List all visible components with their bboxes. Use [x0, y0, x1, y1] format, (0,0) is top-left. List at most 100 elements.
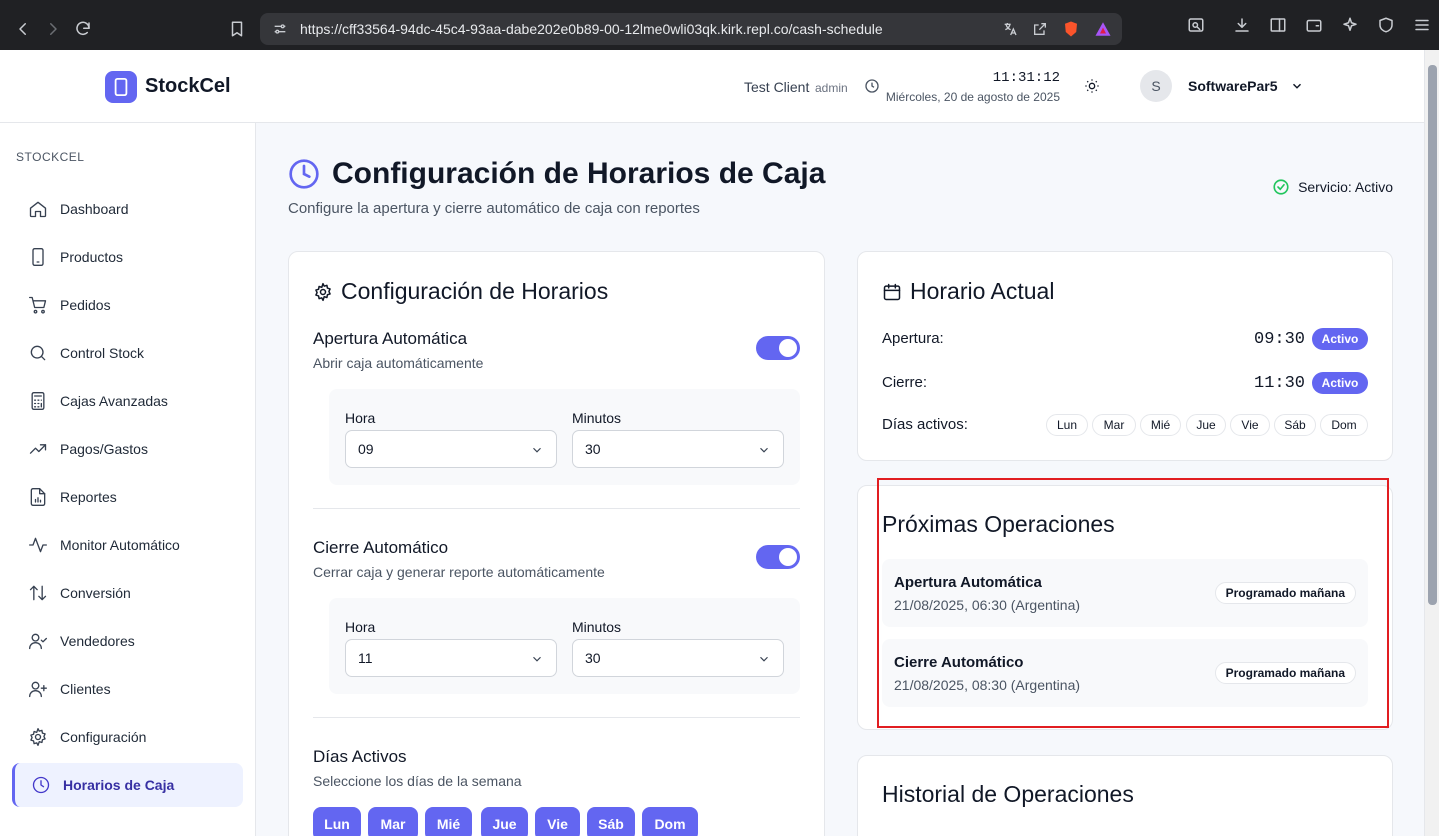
main-content: Configuración de Horarios de Caja Config… — [256, 123, 1424, 836]
opening-time-box: Hora Minutos 09 30 — [329, 389, 800, 485]
opening-minute-select[interactable]: 30 — [572, 430, 784, 468]
sidebar-item-productos[interactable]: Productos — [12, 235, 243, 279]
op-status-badge: Programado mañana — [1214, 582, 1356, 604]
day-pill-sab: Sáb — [1274, 414, 1316, 436]
day-button-mie[interactable]: Mié — [425, 807, 472, 836]
closing-hour-value: 11 — [358, 650, 373, 666]
opening-toggle[interactable] — [756, 336, 800, 360]
ai-sparkle-icon[interactable] — [1339, 14, 1361, 36]
service-status: Servicio: Activo — [1272, 178, 1393, 196]
sidebar-toggle-icon[interactable] — [1267, 14, 1289, 36]
closing-toggle[interactable] — [756, 545, 800, 569]
op-datetime: 21/08/2025, 08:30 (Argentina) — [894, 677, 1081, 693]
forward-icon[interactable] — [38, 14, 68, 44]
day-pill-jue: Jue — [1186, 414, 1226, 436]
history-card: Historial de Operaciones — [857, 755, 1393, 836]
day-button-dom[interactable]: Dom — [642, 807, 698, 836]
opening-minute-label: Minutos — [572, 410, 622, 426]
current-closing-label: Cierre: — [882, 374, 928, 391]
upcoming-title: Próximas Operaciones — [882, 511, 1115, 537]
url-text[interactable]: https://cff33564-94dc-45c4-93aa-dabe202e… — [300, 21, 883, 37]
opening-hour-value: 09 — [358, 441, 374, 457]
sidebar-item-label: Control Stock — [60, 345, 145, 361]
sidebar-item-label: Pagos/Gastos — [60, 441, 148, 457]
sidebar-item-monitor-automatico[interactable]: Monitor Automático — [12, 523, 243, 567]
sidebar-item-control-stock[interactable]: Control Stock — [12, 331, 243, 375]
username[interactable]: SoftwarePar5 — [1188, 78, 1277, 94]
scrollbar[interactable] — [1424, 50, 1439, 836]
download-icon[interactable] — [1231, 14, 1253, 36]
rewards-icon[interactable] — [1094, 20, 1112, 38]
site-settings-icon[interactable] — [272, 21, 288, 37]
sun-icon[interactable] — [1084, 78, 1100, 94]
sidebar-item-dashboard[interactable]: Dashboard — [12, 187, 243, 231]
opening-hour-select[interactable]: 09 — [345, 430, 557, 468]
clock-icon — [289, 159, 319, 189]
closing-title: Cierre Automático — [313, 538, 449, 557]
back-icon[interactable] — [8, 14, 38, 44]
current-opening-time: 09:30 — [1254, 330, 1306, 349]
current-schedule-card: Horario Actual Apertura: 09:30 Activo Ci… — [857, 251, 1393, 461]
browser-toolbar: https://cff33564-94dc-45c4-93aa-dabe202e… — [0, 0, 1439, 50]
history-title: Historial de Operaciones — [882, 781, 1134, 807]
sidebar-item-reportes[interactable]: Reportes — [12, 475, 243, 519]
clock-icon — [32, 776, 50, 794]
closing-hour-label: Hora — [345, 619, 376, 635]
scrollbar-thumb[interactable] — [1428, 65, 1437, 605]
sidebar-item-label: Dashboard — [60, 201, 129, 217]
app-header: StockCel Test Client admin 11:31:12 Miér… — [0, 50, 1424, 123]
sidebar-item-clientes[interactable]: Clientes — [12, 667, 243, 711]
share-icon[interactable] — [1032, 21, 1048, 37]
arrows-icon — [29, 585, 47, 601]
chevron-down-icon[interactable] — [1290, 79, 1304, 93]
sidebar-item-cajas-avanzadas[interactable]: Cajas Avanzadas — [12, 379, 243, 423]
day-button-jue[interactable]: Jue — [481, 807, 528, 836]
sidebar-title: STOCKCEL — [16, 150, 85, 164]
day-button-vie[interactable]: Vie — [535, 807, 580, 836]
divider — [313, 717, 800, 718]
sidebar-item-label: Configuración — [60, 729, 147, 745]
closing-hour-select[interactable]: 11 — [345, 639, 557, 677]
address-bar[interactable]: https://cff33564-94dc-45c4-93aa-dabe202e… — [260, 13, 1122, 45]
cart-icon — [29, 296, 47, 314]
sidebar-item-pedidos[interactable]: Pedidos — [12, 283, 243, 327]
vpn-shield-icon[interactable] — [1375, 14, 1397, 36]
sidebar-item-pagos-gastos[interactable]: Pagos/Gastos — [12, 427, 243, 471]
current-card-header: Horario Actual — [882, 278, 1054, 305]
schedule-config-card: Configuración de Horarios Apertura Autom… — [288, 251, 825, 836]
active-days-subtitle: Seleccione los días de la semana — [313, 773, 522, 789]
bookmark-icon[interactable] — [222, 14, 252, 44]
reader-icon[interactable] — [1185, 14, 1207, 36]
translate-icon[interactable] — [1002, 21, 1018, 37]
sidebar-item-label: Reportes — [60, 489, 117, 505]
sidebar-item-label: Monitor Automático — [60, 537, 180, 553]
logo[interactable] — [105, 71, 137, 103]
day-button-sab[interactable]: Sáb — [587, 807, 635, 836]
user-role: admin — [815, 81, 848, 95]
chevron-down-icon — [760, 656, 768, 662]
calculator-icon — [31, 392, 45, 410]
divider — [313, 508, 800, 509]
brand-name[interactable]: StockCel — [145, 75, 231, 98]
reload-icon[interactable] — [68, 14, 98, 44]
wallet-icon[interactable] — [1303, 14, 1325, 36]
phone-icon — [114, 78, 128, 96]
closing-minute-select[interactable]: 30 — [572, 639, 784, 677]
op-status-badge: Programado mañana — [1214, 662, 1356, 684]
sidebar-item-horarios-de-caja[interactable]: Horarios de Caja — [12, 763, 243, 807]
op-title: Apertura Automática — [894, 574, 1042, 591]
current-date: Miércoles, 20 de agosto de 2025 — [885, 90, 1060, 104]
sidebar-item-label: Productos — [60, 249, 124, 265]
day-button-mar[interactable]: Mar — [368, 807, 418, 836]
upcoming-op-closing: Cierre Automático 21/08/2025, 08:30 (Arg… — [882, 639, 1368, 707]
sidebar-item-label: Clientes — [60, 681, 111, 697]
current-time: 11:31:12 — [992, 70, 1060, 86]
brave-shield-icon[interactable] — [1062, 20, 1080, 38]
day-button-lun[interactable]: Lun — [313, 807, 361, 836]
sidebar-item-configuracion[interactable]: Configuración — [12, 715, 243, 759]
sidebar-item-conversion[interactable]: Conversión — [12, 571, 243, 615]
menu-icon[interactable] — [1411, 14, 1433, 36]
page-title: Configuración de Horarios de Caja — [332, 157, 826, 190]
avatar[interactable]: S — [1140, 70, 1172, 102]
sidebar-item-vendedores[interactable]: Vendedores — [12, 619, 243, 663]
